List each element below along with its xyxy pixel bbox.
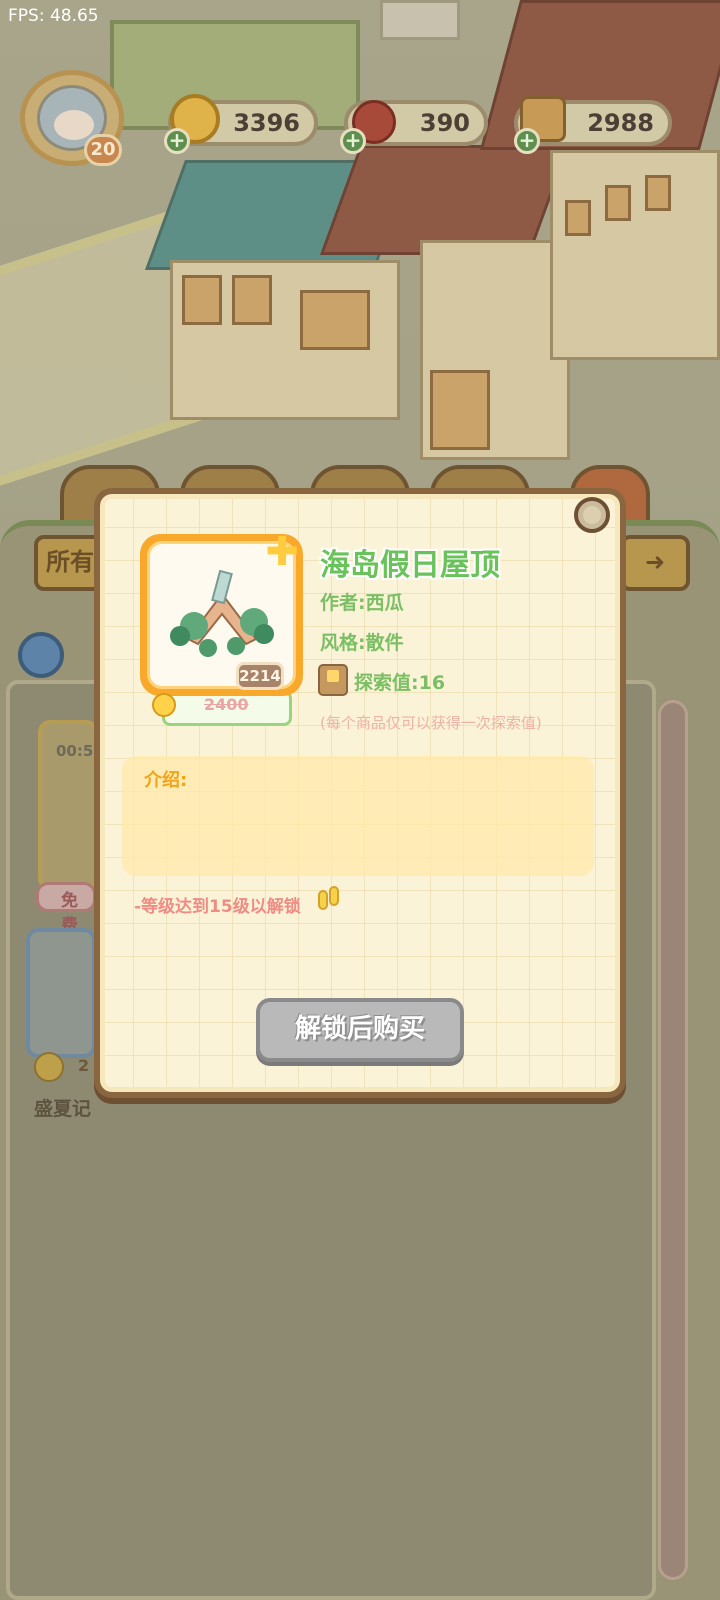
fps-counter: FPS: 48.65: [8, 6, 99, 26]
player-level-badge: 20: [84, 134, 122, 166]
original-price: 2400: [204, 695, 249, 714]
arrow-right-icon: ➜: [644, 548, 666, 576]
add-explore-plus-icon[interactable]: +: [514, 128, 540, 154]
footprints-icon: [316, 886, 342, 910]
shop-item-card-timed[interactable]: 00:5: [38, 720, 98, 890]
unlock-requirement: -等级达到15级以解锁: [134, 897, 301, 917]
item-explore-row: 探索值:16: [354, 668, 445, 695]
owned-count-badge: 2214: [236, 662, 284, 690]
add-fruit-plus-icon[interactable]: +: [340, 128, 366, 154]
intro-box: [122, 756, 594, 876]
item-author-row: 作者:西瓜: [320, 588, 404, 615]
coin-icon: [152, 693, 176, 717]
unlock-buy-button[interactable]: 解锁后购买: [256, 998, 464, 1062]
item-title: 海岛假日屋顶: [320, 548, 500, 583]
explore-value: 16: [418, 672, 446, 694]
shop-item-card-roof[interactable]: [26, 928, 96, 1058]
card-price: 2: [78, 1056, 90, 1075]
intro-label: 介绍:: [144, 770, 188, 791]
coin-amount: 3396: [233, 109, 300, 137]
item-style-row: 风格:散件: [320, 628, 404, 655]
fruit-amount: 390: [419, 109, 470, 137]
close-icon[interactable]: [574, 497, 610, 533]
card-free-tag: 免费: [36, 882, 96, 936]
style-value: 散件: [365, 632, 404, 654]
style-label: 风格:: [320, 632, 366, 654]
explore-label: 探索值:: [354, 672, 419, 694]
card-coin-icon: [34, 1052, 64, 1082]
search-icon[interactable]: [18, 632, 64, 678]
author-value: 西瓜: [365, 592, 404, 614]
sparkle-icon: ✚: [265, 529, 299, 575]
explore-amount: 2988: [587, 109, 654, 137]
author-label: 作者:: [320, 592, 366, 614]
card-timer: 00:5: [56, 742, 94, 760]
shop-scrollbar[interactable]: [658, 700, 688, 1580]
add-coins-plus-icon[interactable]: +: [164, 128, 190, 154]
category-all-label: 所有: [46, 548, 94, 576]
explore-book-icon: [318, 664, 348, 696]
card-name: 盛夏记: [34, 1098, 92, 1120]
next-page-button[interactable]: ➜: [620, 535, 690, 591]
explore-note: (每个商品仅可以获得一次探索值): [320, 714, 542, 732]
